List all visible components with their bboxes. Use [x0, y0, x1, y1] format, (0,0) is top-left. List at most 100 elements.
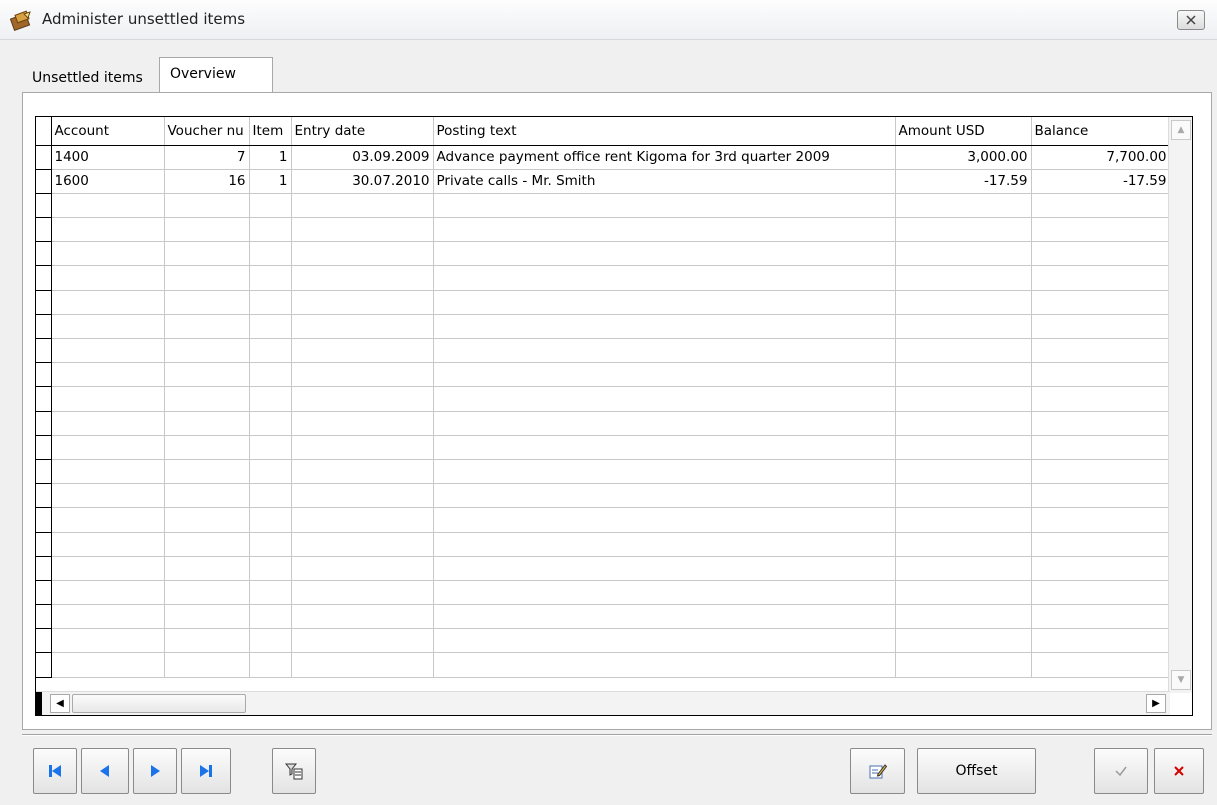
row-selector[interactable] [36, 265, 52, 291]
empty-cell[interactable] [291, 193, 434, 219]
empty-cell[interactable] [164, 386, 250, 412]
empty-cell[interactable] [895, 193, 1032, 219]
empty-cell[interactable] [895, 241, 1032, 267]
empty-cell[interactable] [249, 411, 292, 436]
empty-cell[interactable] [164, 290, 250, 315]
cell-posting-text[interactable]: Advance payment office rent Kigoma for 3… [433, 145, 896, 170]
close-button[interactable] [1177, 10, 1205, 30]
table-row[interactable] [36, 652, 1171, 678]
previous-record-button[interactable] [81, 748, 129, 794]
empty-cell[interactable] [249, 604, 292, 630]
empty-cell[interactable] [291, 507, 434, 533]
empty-cell[interactable] [895, 386, 1032, 412]
empty-cell[interactable] [249, 507, 292, 533]
cell-voucher[interactable]: 7 [164, 145, 250, 170]
edit-button[interactable] [850, 748, 905, 794]
empty-cell[interactable] [164, 193, 250, 219]
empty-cell[interactable] [895, 604, 1032, 630]
items-grid[interactable]: Account Voucher nu Item Entry date Posti… [35, 116, 1193, 716]
tab-overview[interactable]: Overview [159, 57, 273, 93]
empty-cell[interactable] [51, 411, 165, 436]
cell-account[interactable]: 1400 [51, 145, 165, 170]
empty-cell[interactable] [249, 290, 292, 315]
empty-cell[interactable] [1031, 604, 1171, 630]
empty-cell[interactable] [433, 386, 896, 412]
empty-cell[interactable] [1031, 507, 1171, 533]
table-row[interactable] [36, 435, 1171, 460]
empty-cell[interactable] [895, 532, 1032, 557]
empty-cell[interactable] [291, 556, 434, 581]
next-record-button[interactable] [133, 748, 177, 794]
empty-cell[interactable] [433, 580, 896, 606]
empty-cell[interactable] [291, 290, 434, 315]
empty-cell[interactable] [895, 265, 1032, 291]
column-header-posting-text[interactable]: Posting text [433, 117, 896, 146]
row-selector[interactable] [36, 459, 52, 485]
empty-cell[interactable] [291, 435, 434, 460]
cell-entry-date[interactable]: 03.09.2009 [291, 145, 434, 170]
table-row[interactable] [36, 338, 1171, 364]
empty-cell[interactable] [433, 411, 896, 436]
empty-cell[interactable] [1031, 652, 1171, 678]
empty-cell[interactable] [51, 580, 165, 606]
empty-cell[interactable] [164, 483, 250, 509]
column-header-amount[interactable]: Amount USD [895, 117, 1032, 146]
empty-cell[interactable] [895, 290, 1032, 315]
empty-cell[interactable] [249, 265, 292, 291]
empty-cell[interactable] [249, 652, 292, 678]
table-row[interactable]: 1600 16 1 30.07.2010 Private calls - Mr.… [36, 169, 1171, 194]
last-record-button[interactable] [181, 748, 231, 794]
empty-cell[interactable] [249, 435, 292, 460]
table-row[interactable] [36, 459, 1171, 485]
empty-cell[interactable] [433, 483, 896, 509]
empty-cell[interactable] [249, 362, 292, 388]
empty-cell[interactable] [433, 362, 896, 388]
scroll-down-button[interactable]: ▼ [1171, 670, 1191, 690]
empty-cell[interactable] [1031, 338, 1171, 364]
row-selector[interactable] [36, 604, 52, 630]
scroll-left-button[interactable]: ◀ [50, 694, 70, 713]
empty-cell[interactable] [51, 604, 165, 630]
table-row[interactable] [36, 411, 1171, 436]
table-row[interactable] [36, 241, 1171, 267]
empty-cell[interactable] [164, 556, 250, 581]
empty-cell[interactable] [51, 290, 165, 315]
column-header-entry-date[interactable]: Entry date [291, 117, 434, 146]
empty-cell[interactable] [164, 507, 250, 533]
empty-cell[interactable] [1031, 314, 1171, 340]
empty-cell[interactable] [291, 652, 434, 678]
empty-cell[interactable] [433, 459, 896, 485]
cell-balance[interactable]: 7,700.00 [1031, 145, 1171, 170]
empty-cell[interactable] [895, 556, 1032, 581]
empty-cell[interactable] [249, 193, 292, 219]
empty-cell[interactable] [291, 604, 434, 630]
empty-cell[interactable] [164, 628, 250, 654]
empty-cell[interactable] [895, 411, 1032, 436]
empty-cell[interactable] [164, 411, 250, 436]
row-selector[interactable] [36, 169, 52, 194]
empty-cell[interactable] [164, 362, 250, 388]
table-row[interactable] [36, 290, 1171, 315]
empty-cell[interactable] [51, 483, 165, 509]
scroll-right-button[interactable]: ▶ [1146, 694, 1166, 713]
empty-cell[interactable] [291, 459, 434, 485]
empty-cell[interactable] [164, 217, 250, 243]
table-row[interactable] [36, 483, 1171, 509]
empty-cell[interactable] [895, 483, 1032, 509]
empty-cell[interactable] [164, 604, 250, 630]
empty-cell[interactable] [51, 362, 165, 388]
empty-cell[interactable] [433, 314, 896, 340]
cell-entry-date[interactable]: 30.07.2010 [291, 169, 434, 194]
empty-cell[interactable] [895, 628, 1032, 654]
empty-cell[interactable] [291, 314, 434, 340]
empty-cell[interactable] [291, 265, 434, 291]
empty-cell[interactable] [249, 314, 292, 340]
empty-cell[interactable] [249, 628, 292, 654]
table-row[interactable] [36, 217, 1171, 243]
offset-button[interactable]: Offset [917, 748, 1036, 794]
empty-cell[interactable] [895, 217, 1032, 243]
empty-cell[interactable] [51, 459, 165, 485]
table-row[interactable] [36, 604, 1171, 630]
empty-cell[interactable] [249, 483, 292, 509]
empty-cell[interactable] [291, 411, 434, 436]
